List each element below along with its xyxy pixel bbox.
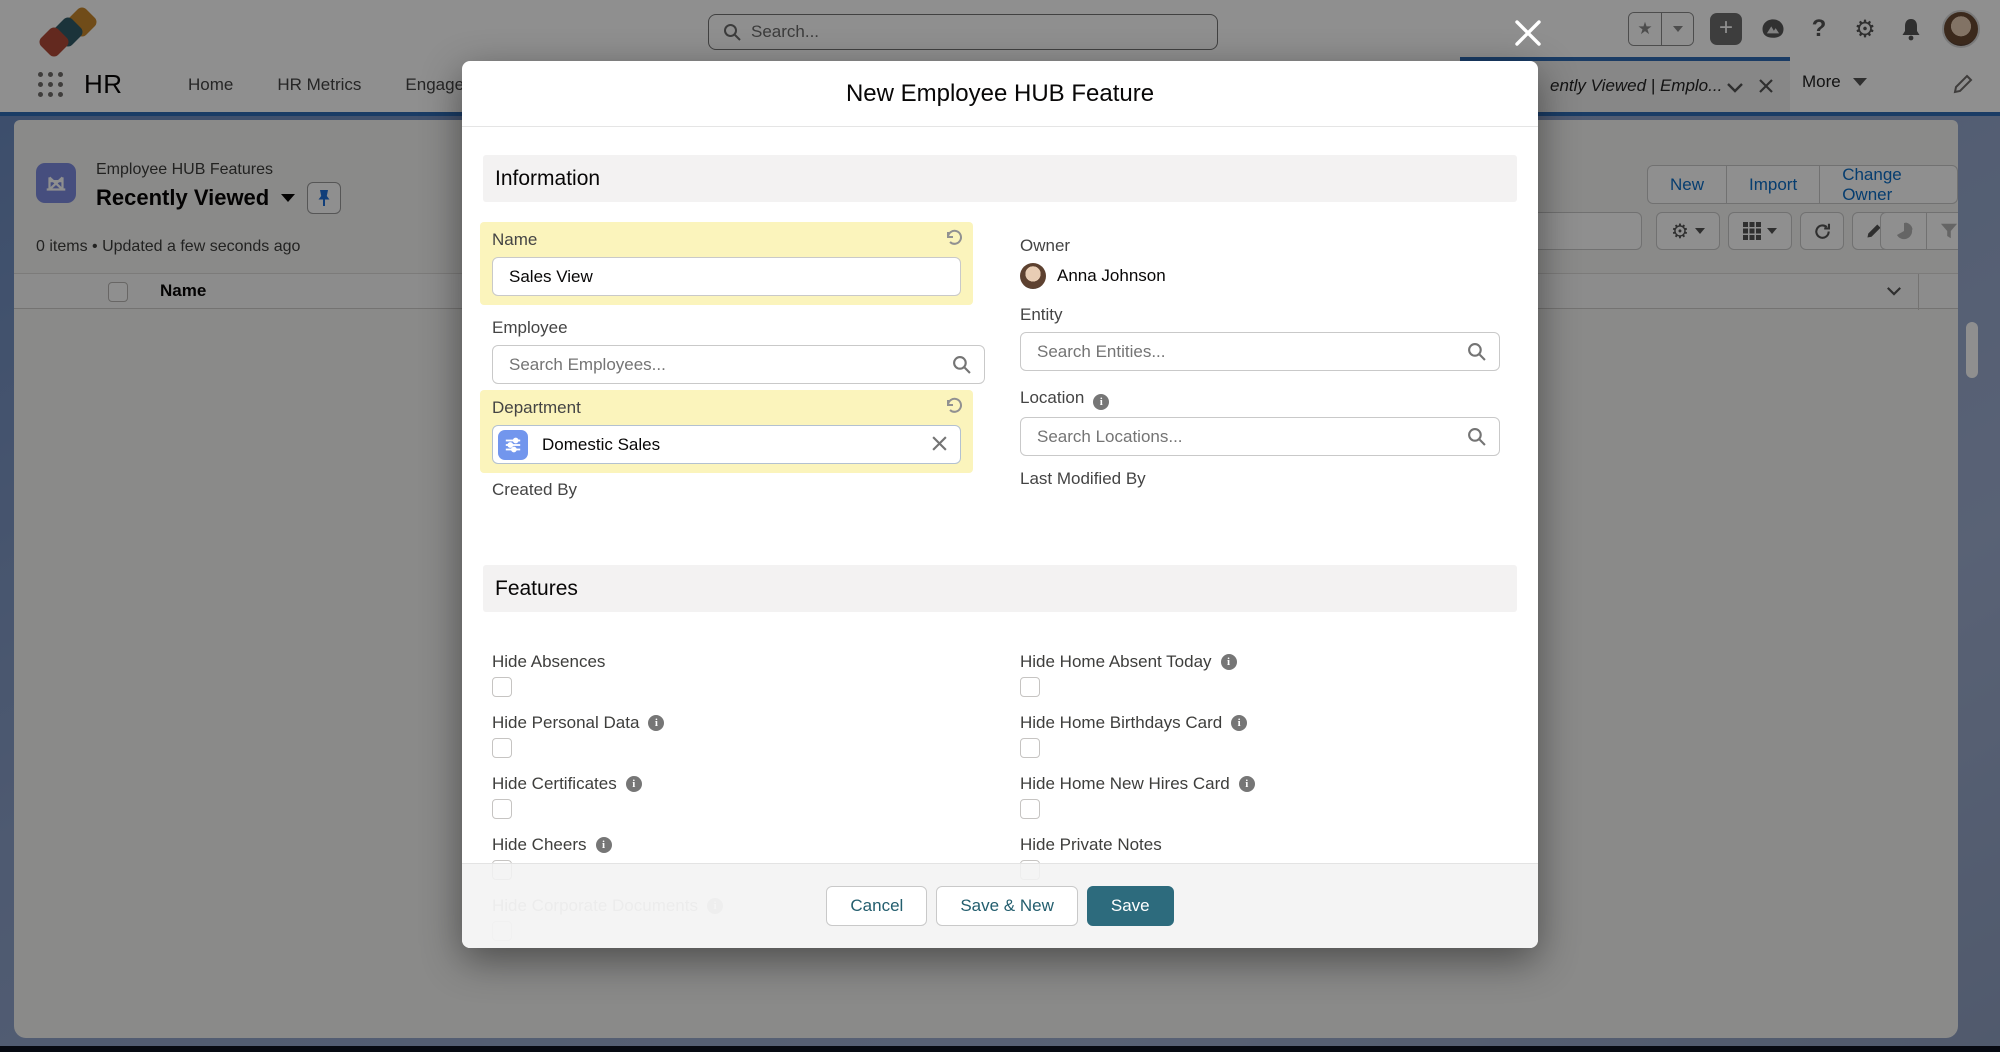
save-button[interactable]: Save: [1087, 886, 1174, 926]
created-by-field: Created By: [492, 480, 985, 500]
save-and-new-button[interactable]: Save & New: [936, 886, 1078, 926]
hide-home-new-hires-card-checkbox[interactable]: [1020, 799, 1040, 819]
owner-value: Anna Johnson: [1057, 266, 1166, 286]
department-field-highlight: Department Domestic Sales: [480, 390, 973, 473]
created-by-label: Created By: [492, 480, 985, 500]
info-icon[interactable]: i: [1221, 654, 1237, 670]
name-input[interactable]: [492, 257, 961, 296]
info-icon[interactable]: i: [1231, 715, 1247, 731]
location-field-label: Locationi: [1020, 388, 1500, 410]
name-field-label: Name: [492, 230, 961, 250]
modal-footer: Cancel Save & New Save: [462, 863, 1538, 948]
search-icon: [1467, 427, 1486, 451]
owner-field-label: Owner: [1020, 236, 1500, 256]
info-icon[interactable]: i: [1239, 776, 1255, 792]
last-modified-by-label: Last Modified By: [1020, 469, 1500, 489]
section-header-features: Features: [483, 565, 1517, 612]
feature-hide-home-new-hires-card: Hide Home New Hires Card i: [1020, 774, 1500, 819]
feature-label: Hide Home Absent Today: [1020, 652, 1212, 672]
employee-field-label: Employee: [492, 318, 985, 338]
info-icon[interactable]: i: [626, 776, 642, 792]
name-field-highlight: Name: [480, 222, 973, 305]
location-lookup-input[interactable]: [1020, 417, 1500, 456]
hide-certificates-checkbox[interactable]: [492, 799, 512, 819]
cancel-button[interactable]: Cancel: [826, 886, 927, 926]
entity-field: Entity: [1020, 305, 1500, 371]
feature-label: Hide Cheers: [492, 835, 587, 855]
search-icon: [952, 355, 971, 379]
hide-personal-data-checkbox[interactable]: [492, 738, 512, 758]
modal-title: New Employee HUB Feature: [846, 80, 1154, 108]
undo-icon[interactable]: [943, 396, 963, 421]
feature-label: Hide Private Notes: [1020, 835, 1162, 855]
feature-hide-absences: Hide Absences: [492, 652, 985, 697]
hide-home-birthdays-card-checkbox[interactable]: [1020, 738, 1040, 758]
feature-label: Hide Personal Data: [492, 713, 639, 733]
info-icon[interactable]: i: [648, 715, 664, 731]
employee-field: Employee: [492, 318, 985, 384]
department-value: Domestic Sales: [542, 435, 660, 455]
owner-avatar: [1020, 263, 1046, 289]
department-field-label: Department: [492, 398, 961, 418]
feature-hide-home-birthdays-card: Hide Home Birthdays Card i: [1020, 713, 1500, 758]
feature-hide-home-absent-today: Hide Home Absent Today i: [1020, 652, 1500, 697]
department-record-icon: [498, 430, 528, 460]
feature-label: Hide Certificates: [492, 774, 617, 794]
info-icon[interactable]: i: [596, 837, 612, 853]
last-modified-by-field: Last Modified By: [1020, 469, 1500, 489]
close-x-icon: [1513, 18, 1543, 48]
remove-selection-x-icon[interactable]: [931, 435, 948, 457]
info-icon[interactable]: i: [1093, 394, 1109, 410]
hide-home-absent-today-checkbox[interactable]: [1020, 677, 1040, 697]
feature-label: Hide Home Birthdays Card: [1020, 713, 1222, 733]
feature-label: Hide Home New Hires Card: [1020, 774, 1230, 794]
feature-hide-personal-data: Hide Personal Data i: [492, 713, 985, 758]
location-field: Locationi: [1020, 388, 1500, 456]
undo-icon[interactable]: [943, 228, 963, 253]
new-employee-hub-feature-modal: New Employee HUB Feature Information Nam…: [462, 61, 1538, 948]
search-icon: [1467, 342, 1486, 366]
entity-field-label: Entity: [1020, 305, 1500, 325]
modal-header: New Employee HUB Feature: [462, 61, 1538, 127]
department-selected-pill[interactable]: Domestic Sales: [492, 425, 961, 464]
feature-label: Hide Absences: [492, 652, 605, 672]
employee-lookup-input[interactable]: [492, 345, 985, 384]
entity-lookup-input[interactable]: [1020, 332, 1500, 371]
owner-field: Owner Anna Johnson: [1020, 236, 1500, 289]
hide-absences-checkbox[interactable]: [492, 677, 512, 697]
feature-hide-certificates: Hide Certificates i: [492, 774, 985, 819]
section-header-information: Information: [483, 155, 1517, 202]
modal-close-button[interactable]: [1510, 15, 1546, 51]
